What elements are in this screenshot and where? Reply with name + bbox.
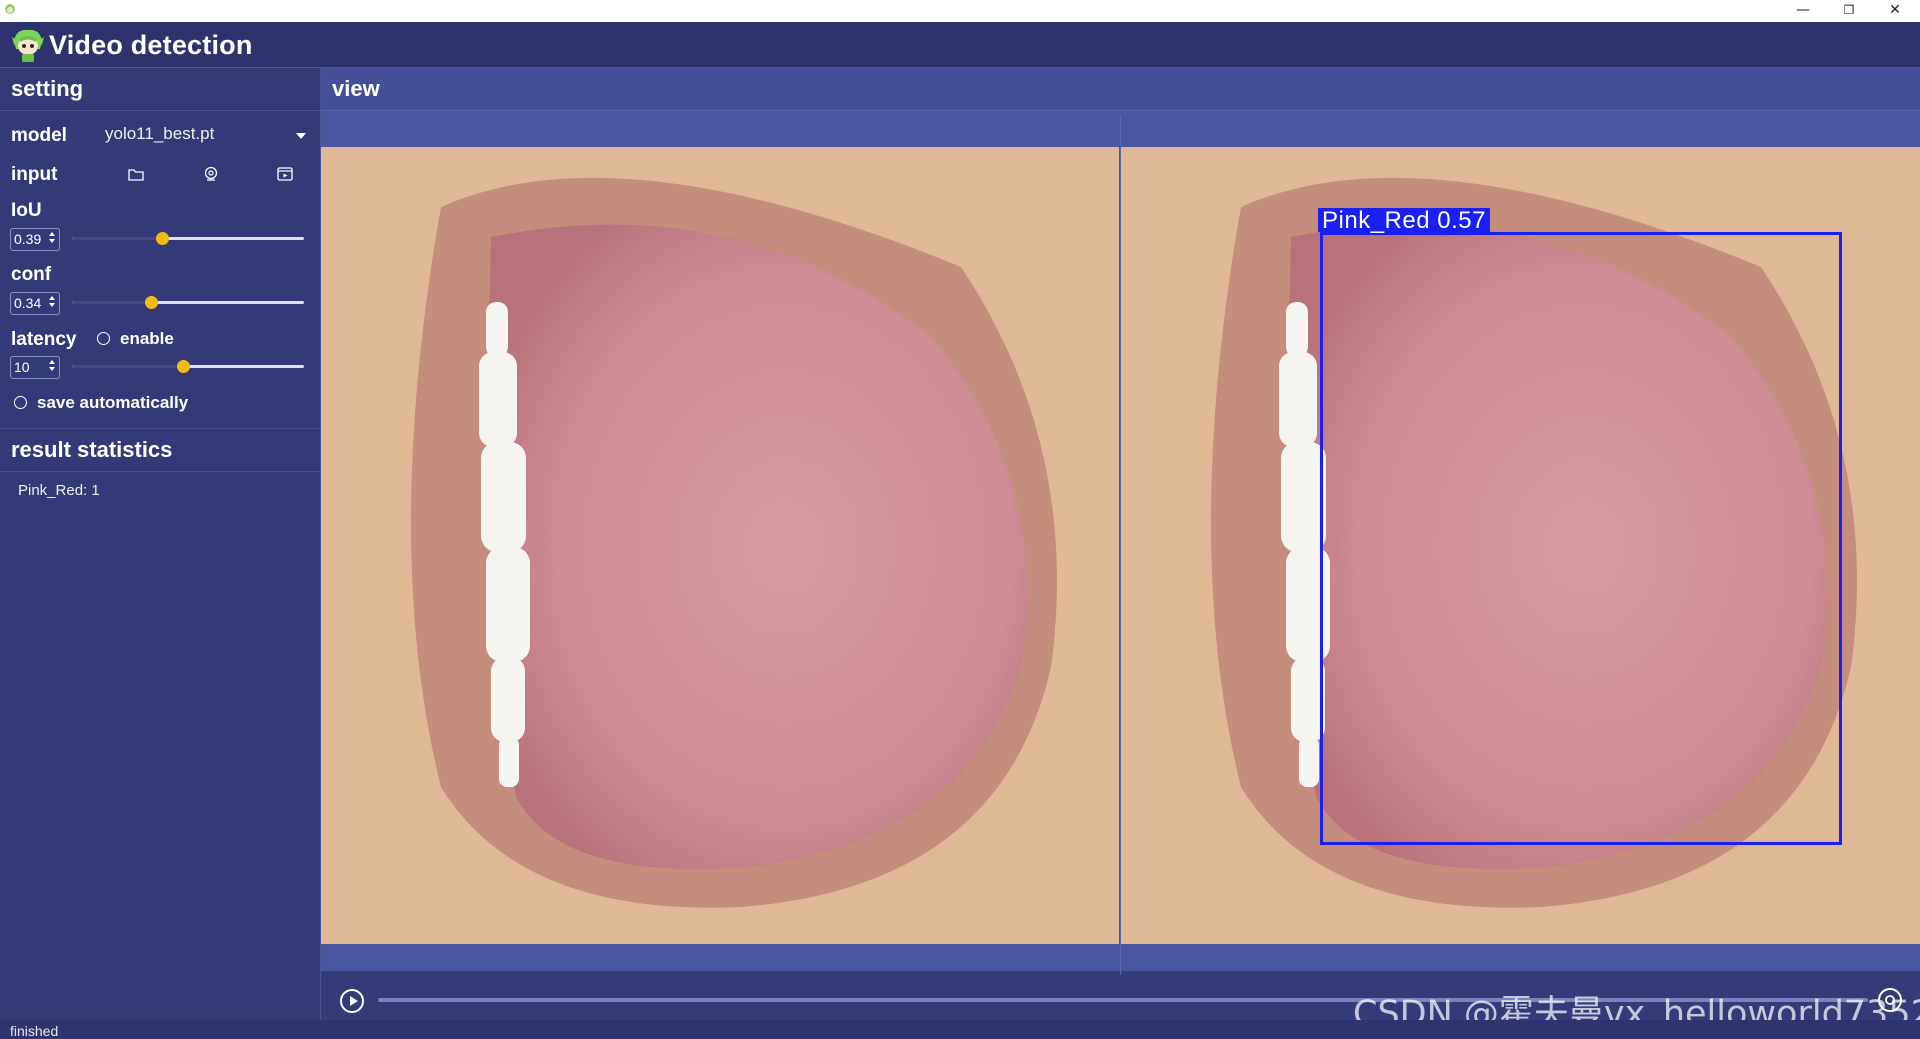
result-statistics-title: result statistics <box>11 437 173 462</box>
tongue-image-original <box>321 147 1119 944</box>
app-header: Video detection <box>0 22 1920 68</box>
view-section-header: view <box>321 68 1920 111</box>
conf-spinbox[interactable]: 0.34 <box>10 292 60 315</box>
chevron-down-icon[interactable] <box>296 133 306 139</box>
conf-value: 0.34 <box>14 295 42 311</box>
latency-spinbox[interactable]: 10 <box>10 356 60 379</box>
setting-title: setting <box>11 76 84 101</box>
original-frame <box>321 147 1119 944</box>
minimize-button[interactable]: — <box>1780 0 1826 22</box>
model-label: model <box>11 125 67 146</box>
setting-section-header: setting <box>0 68 320 111</box>
anime-character-logo-icon <box>12 29 44 62</box>
result-statistics-header: result statistics <box>0 428 320 472</box>
video-icon[interactable] <box>276 165 294 183</box>
latency-label: latency <box>11 329 77 350</box>
save-automatically-label: save automatically <box>37 393 189 412</box>
status-bar: finished <box>0 1020 1920 1039</box>
save-automatically-radio[interactable] <box>14 396 27 409</box>
slider-handle[interactable] <box>156 232 169 245</box>
input-label: input <box>11 164 58 185</box>
window-title-bar: — ❐ ✕ <box>0 0 1920 22</box>
spin-arrows-icon[interactable] <box>49 359 56 374</box>
settings-panel: setting model yolo11_best.pt input IoU 0… <box>0 68 321 1020</box>
view-title: view <box>332 76 380 101</box>
slider-handle[interactable] <box>177 360 190 373</box>
play-icon <box>350 996 358 1006</box>
slider-handle[interactable] <box>145 296 158 309</box>
latency-value: 10 <box>14 359 30 375</box>
close-button[interactable]: ✕ <box>1872 0 1918 22</box>
result-stat-item: Pink_Red: 1 <box>18 482 100 499</box>
spin-arrows-icon[interactable] <box>49 295 56 310</box>
model-select[interactable]: yolo11_best.pt <box>105 124 214 144</box>
play-button[interactable] <box>340 989 364 1013</box>
iou-slider[interactable] <box>72 231 304 247</box>
restore-button[interactable]: ❐ <box>1826 0 1872 22</box>
latency-slider[interactable] <box>72 359 304 375</box>
iou-spinbox[interactable]: 0.39 <box>10 228 60 251</box>
iou-label: IoU <box>11 200 42 221</box>
folder-icon[interactable] <box>127 165 145 183</box>
conf-label: conf <box>11 264 52 285</box>
spin-arrows-icon[interactable] <box>49 231 56 246</box>
latency-enable-label: enable <box>120 329 174 348</box>
detection-bounding-box <box>1320 232 1842 845</box>
conf-slider[interactable] <box>72 295 304 311</box>
iou-value: 0.39 <box>14 231 42 247</box>
latency-enable-radio[interactable] <box>97 332 110 345</box>
detection-label: Pink_Red 0.57 <box>1318 208 1490 234</box>
status-text: finished <box>10 1023 59 1039</box>
app-title: Video detection <box>49 30 253 60</box>
camera-icon[interactable] <box>202 165 220 183</box>
app-icon <box>5 4 15 14</box>
